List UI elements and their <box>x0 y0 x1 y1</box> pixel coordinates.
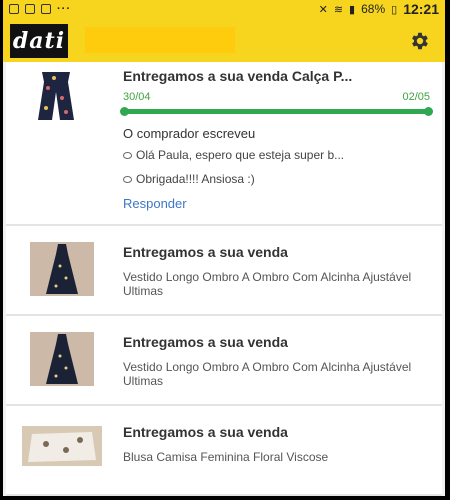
progress-start-dot <box>120 107 129 116</box>
buyer-message[interactable]: Obrigada!!!! Ansiosa :) <box>123 172 435 186</box>
redacted-area <box>85 27 235 53</box>
order-card[interactable]: Entregamos a sua venda Vestido Longo Omb… <box>6 226 442 316</box>
buyer-wrote-label: O comprador escreveu <box>123 126 256 141</box>
message-text: Olá Paula, espero que esteja super b... <box>136 148 345 162</box>
product-thumbnail <box>30 332 94 386</box>
mute-icon: ✕ <box>318 3 328 16</box>
phone-screen: ··· ✕ ≋ ▮ 68% ▯ 12:21 dati Entregamos a … <box>3 0 447 496</box>
product-description: Vestido Longo Ombro A Ombro Com Alcinha … <box>123 270 412 298</box>
delivery-dates: 30/04 02/05 <box>123 91 430 103</box>
clock: 12:21 <box>403 1 439 17</box>
signal-icon: ▮ <box>349 3 356 16</box>
order-title: Entregamos a sua venda <box>123 334 288 350</box>
buyer-message[interactable]: Olá Paula, espero que esteja super b... <box>123 148 435 162</box>
message-icon <box>41 4 51 14</box>
battery-level: 68% <box>361 2 386 16</box>
app-bar: dati <box>3 18 445 62</box>
app-logo[interactable]: dati <box>10 24 68 58</box>
notification-icon <box>9 4 19 14</box>
progress-end-date: 02/05 <box>402 91 430 103</box>
reply-link[interactable]: Responder <box>123 196 187 211</box>
message-text: Obrigada!!!! Ansiosa :) <box>136 172 255 186</box>
progress-start-date: 30/04 <box>123 91 151 103</box>
chat-bubble-icon <box>123 151 132 159</box>
gallery-icon <box>25 4 35 14</box>
product-description: Vestido Longo Ombro A Ombro Com Alcinha … <box>123 360 412 388</box>
progress-fill <box>123 109 430 114</box>
product-thumbnail <box>22 426 102 466</box>
product-thumbnail <box>24 68 88 122</box>
order-card[interactable]: Entregamos a sua venda Blusa Camisa Femi… <box>6 406 442 496</box>
order-card[interactable]: Entregamos a sua venda Vestido Longo Omb… <box>6 316 442 406</box>
product-thumbnail <box>30 242 94 296</box>
order-title: Entregamos a sua venda <box>123 424 288 440</box>
chat-bubble-icon <box>123 175 132 183</box>
battery-icon: ▯ <box>391 3 398 16</box>
delivery-progress-bar <box>120 107 433 116</box>
product-description: Blusa Camisa Feminina Floral Viscose <box>123 450 329 464</box>
wifi-icon: ≋ <box>333 3 344 16</box>
gear-icon[interactable] <box>409 30 431 52</box>
order-card[interactable]: Entregamos a sua venda Calça P... 30/04 … <box>6 62 442 226</box>
status-bar: ··· ✕ ≋ ▮ 68% ▯ 12:21 <box>3 0 445 18</box>
more-notifications-icon: ··· <box>57 3 71 15</box>
order-title: Entregamos a sua venda Calça P... <box>123 68 353 84</box>
order-title: Entregamos a sua venda <box>123 244 288 260</box>
progress-end-dot <box>424 107 433 116</box>
